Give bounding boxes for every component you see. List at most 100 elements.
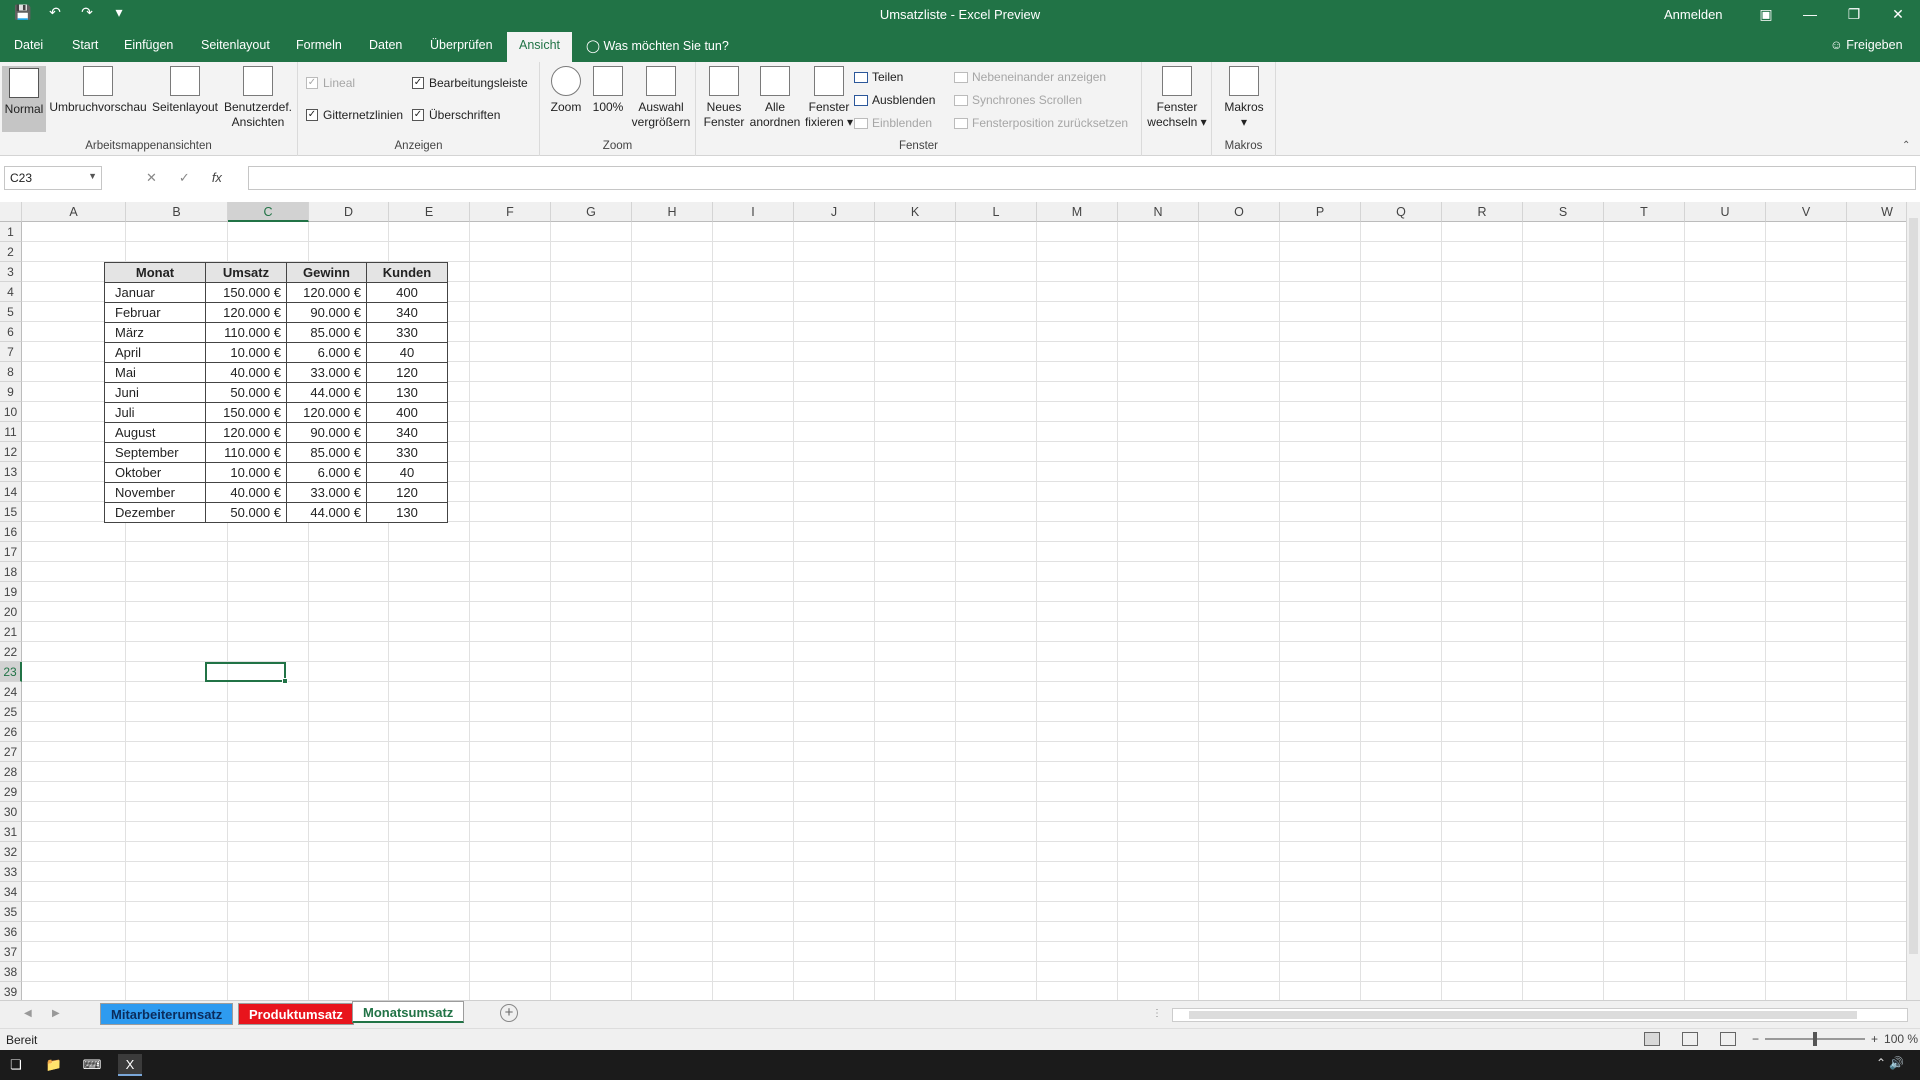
column-header-n[interactable]: N	[1118, 202, 1199, 222]
keyboard-icon[interactable]: ⌨	[80, 1054, 104, 1076]
row-header-39[interactable]: 39	[0, 982, 22, 1000]
row-header-5[interactable]: 5	[0, 302, 22, 322]
row-header-1[interactable]: 1	[0, 222, 22, 242]
row-header-36[interactable]: 36	[0, 922, 22, 942]
tab-splitter-icon[interactable]: ⋮	[1152, 1008, 1162, 1019]
table-cell[interactable]: März	[104, 322, 206, 343]
table-cell[interactable]: 340	[366, 422, 448, 443]
restore-icon[interactable]: ❐	[1832, 0, 1876, 28]
column-header-r[interactable]: R	[1442, 202, 1523, 222]
close-icon[interactable]: ✕	[1876, 0, 1920, 28]
hide-button[interactable]: Ausblenden	[854, 93, 935, 107]
row-header-13[interactable]: 13	[0, 462, 22, 482]
column-header-t[interactable]: T	[1604, 202, 1685, 222]
table-cell[interactable]: August	[104, 422, 206, 443]
vertical-scrollbar[interactable]	[1906, 202, 1920, 1000]
table-cell[interactable]: Mai	[104, 362, 206, 383]
table-cell[interactable]: Juni	[104, 382, 206, 403]
insert-function-icon[interactable]: fx	[212, 170, 222, 186]
worksheet-grid[interactable]: ABCDEFGHIJKLMNOPQRSTUVW 1 2 3 4 5 6 7 8 9 10 11 12 1…	[0, 202, 1906, 1000]
row-header-18[interactable]: 18	[0, 562, 22, 582]
table-cell[interactable]: Juli	[104, 402, 206, 423]
table-cell[interactable]: 40.000 €	[205, 362, 287, 383]
add-sheet-button[interactable]: +	[500, 1004, 518, 1022]
column-header-j[interactable]: J	[794, 202, 875, 222]
column-header-k[interactable]: K	[875, 202, 956, 222]
page-break-preview-button[interactable]: Umbruchvorschau	[48, 66, 148, 115]
row-header-30[interactable]: 30	[0, 802, 22, 822]
synchronous-scrolling-button[interactable]: Synchrones Scrollen	[954, 93, 1082, 107]
zoom-out-icon[interactable]: −	[1752, 1032, 1759, 1046]
table-cell[interactable]: 130	[366, 502, 448, 523]
tab-ueberpruefen[interactable]: Überprüfen	[430, 38, 493, 52]
row-header-9[interactable]: 9	[0, 382, 22, 402]
row-header-11[interactable]: 11	[0, 422, 22, 442]
row-header-21[interactable]: 21	[0, 622, 22, 642]
page-layout-button[interactable]: Seitenlayout	[150, 66, 220, 115]
macros-button[interactable]: Makros ▾	[1216, 66, 1272, 130]
custom-views-button[interactable]: Benutzerdef. Ansichten	[220, 66, 296, 130]
column-header-g[interactable]: G	[551, 202, 632, 222]
select-all-corner[interactable]	[0, 202, 22, 222]
row-header-19[interactable]: 19	[0, 582, 22, 602]
table-cell[interactable]: 44.000 €	[286, 502, 367, 523]
prev-sheet-icon[interactable]: ◀	[24, 1008, 32, 1019]
share-button[interactable]: ☺ Freigeben	[1830, 38, 1903, 52]
tab-formeln[interactable]: Formeln	[296, 38, 342, 52]
table-cell[interactable]: 90.000 €	[286, 302, 367, 323]
formula-input[interactable]	[248, 166, 1916, 190]
column-header-v[interactable]: V	[1766, 202, 1847, 222]
gridlines-checkbox[interactable]: ✓ Gitternetzlinien	[306, 108, 403, 122]
table-cell[interactable]: 50.000 €	[205, 382, 287, 403]
table-cell[interactable]: 330	[366, 442, 448, 463]
signin-link[interactable]: Anmelden	[1664, 7, 1723, 22]
row-header-33[interactable]: 33	[0, 862, 22, 882]
split-button[interactable]: Teilen	[854, 70, 903, 84]
row-header-4[interactable]: 4	[0, 282, 22, 302]
next-sheet-icon[interactable]: ▶	[52, 1008, 60, 1019]
row-header-8[interactable]: 8	[0, 362, 22, 382]
row-header-14[interactable]: 14	[0, 482, 22, 502]
table-cell[interactable]: 340	[366, 302, 448, 323]
row-header-17[interactable]: 17	[0, 542, 22, 562]
file-explorer-icon[interactable]: 📁	[42, 1054, 66, 1076]
table-cell[interactable]: Oktober	[104, 462, 206, 483]
tab-datei[interactable]: Datei	[14, 38, 43, 52]
zoom-level[interactable]: 100 %	[1884, 1032, 1918, 1046]
header-gewinn[interactable]: Gewinn	[286, 262, 367, 283]
column-header-d[interactable]: D	[309, 202, 389, 222]
normal-view-icon[interactable]	[1644, 1032, 1660, 1046]
table-cell[interactable]: September	[104, 442, 206, 463]
table-cell[interactable]: 330	[366, 322, 448, 343]
table-cell[interactable]: 120.000 €	[205, 422, 287, 443]
row-header-10[interactable]: 10	[0, 402, 22, 422]
row-header-15[interactable]: 15	[0, 502, 22, 522]
table-cell[interactable]: 50.000 €	[205, 502, 287, 523]
row-header-23[interactable]: 23	[0, 662, 22, 682]
tell-me-box[interactable]: ◯ Was möchten Sie tun?	[586, 38, 729, 53]
row-header-3[interactable]: 3	[0, 262, 22, 282]
table-cell[interactable]: 120.000 €	[286, 402, 367, 423]
horizontal-scrollbar[interactable]	[1172, 1008, 1908, 1022]
table-cell[interactable]: 150.000 €	[205, 282, 287, 303]
arrange-all-button[interactable]: Alle anordnen	[748, 66, 802, 130]
table-cell[interactable]: 44.000 €	[286, 382, 367, 403]
ruler-checkbox[interactable]: ✓ Lineal	[306, 76, 355, 90]
table-cell[interactable]: 120	[366, 362, 448, 383]
table-cell[interactable]: 120.000 €	[286, 282, 367, 303]
freeze-panes-button[interactable]: Fenster fixieren ▾	[802, 66, 856, 130]
sheet-tab-produktumsatz[interactable]: Produktumsatz	[238, 1003, 354, 1025]
table-cell[interactable]: 90.000 €	[286, 422, 367, 443]
new-window-button[interactable]: Neues Fenster	[700, 66, 748, 130]
windows-start-icon[interactable]: ❏	[4, 1054, 28, 1076]
table-cell[interactable]: Dezember	[104, 502, 206, 523]
row-header-32[interactable]: 32	[0, 842, 22, 862]
unhide-button[interactable]: Einblenden	[854, 116, 932, 130]
row-header-26[interactable]: 26	[0, 722, 22, 742]
page-break-view-icon[interactable]	[1720, 1032, 1736, 1046]
row-header-35[interactable]: 35	[0, 902, 22, 922]
column-header-e[interactable]: E	[389, 202, 470, 222]
chevron-up-icon[interactable]: ⌃	[1876, 1056, 1886, 1070]
enter-icon[interactable]: ✓	[179, 170, 190, 186]
table-cell[interactable]: Januar	[104, 282, 206, 303]
